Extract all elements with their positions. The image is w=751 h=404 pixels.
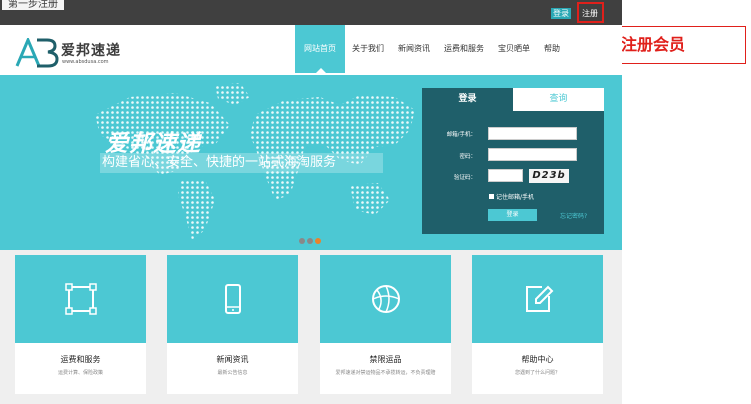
top-login-button[interactable]: 登录 xyxy=(551,8,571,19)
logo-mark-icon xyxy=(15,38,59,68)
carousel-dot[interactable] xyxy=(307,238,313,244)
login-tabs: 登录 查询 xyxy=(422,88,604,111)
faint-step-label: 第一步注册 xyxy=(2,0,64,10)
tab-query[interactable]: 查询 xyxy=(513,88,604,111)
card-desc: 运费计算、保险政策 xyxy=(57,370,103,376)
nav-item-shipping[interactable]: 运费和服务 xyxy=(437,25,491,73)
password-field[interactable] xyxy=(488,148,577,161)
card-desc: 您遇到了什么问题？ xyxy=(514,370,560,376)
tab-login[interactable]: 登录 xyxy=(422,88,513,111)
crop-frame-icon xyxy=(65,283,97,315)
carousel-indicators xyxy=(299,238,321,244)
feature-cards: 运费和服务 运费计算、保险政策 新闻资讯 最新公告信息 禁限运品 爱邦速递对禁运… xyxy=(0,250,622,404)
remember-label: 记住邮箱/手机 xyxy=(496,194,535,201)
captcha-field[interactable] xyxy=(488,169,523,182)
card-title: 新闻资讯 xyxy=(216,355,249,364)
page: 第一步注册 登录 注册 点此注册会员 爱邦速递 www.absdusa.com … xyxy=(0,0,751,404)
captcha-label: 验证码： xyxy=(453,175,476,181)
login-submit-button[interactable]: 登录 xyxy=(488,209,537,221)
card-tile xyxy=(320,255,451,343)
phone-icon xyxy=(225,284,241,314)
remember-checkbox[interactable]: 记住邮箱/手机 xyxy=(489,192,534,201)
card-help[interactable]: 帮助中心 您遇到了什么问题？ xyxy=(472,255,603,394)
banner-subtitle: 构建省心、安全、快捷的一站式海淘服务 xyxy=(100,153,383,173)
card-news[interactable]: 新闻资讯 最新公告信息 xyxy=(167,255,298,394)
card-desc: 爱邦速递对禁运物品不承揽转运，不负责理赔 xyxy=(335,370,436,376)
logo[interactable]: 爱邦速递 www.absdusa.com xyxy=(15,38,125,70)
card-title: 帮助中心 xyxy=(521,355,554,364)
carousel-dot[interactable] xyxy=(299,238,305,244)
password-label: 密码： xyxy=(459,154,476,160)
checkbox-icon xyxy=(489,194,494,199)
card-tile xyxy=(15,255,146,343)
top-bar: 第一步注册 登录 注册 xyxy=(0,0,622,25)
nav-item-news[interactable]: 新闻资讯 xyxy=(391,25,437,73)
nav-item-label: 网站首页 xyxy=(304,44,336,53)
nav-item-showcase[interactable]: 宝贝晒单 xyxy=(491,25,537,73)
active-caret-icon xyxy=(316,68,326,73)
card-tile xyxy=(167,255,298,343)
main-nav: 网站首页 关于我们 新闻资讯 运费和服务 宝贝晒单 帮助 xyxy=(295,25,567,73)
card-prohibited[interactable]: 禁限运品 爱邦速递对禁运物品不承揽转运，不负责理赔 xyxy=(320,255,451,394)
register-highlight-box xyxy=(577,2,604,23)
nav-item-home[interactable]: 网站首页 xyxy=(295,25,345,73)
nav-item-help[interactable]: 帮助 xyxy=(537,25,567,73)
card-title: 运费和服务 xyxy=(60,355,101,364)
email-label: 邮箱/手机： xyxy=(446,132,476,138)
forgot-password-link[interactable]: 忘记密码? xyxy=(560,211,587,220)
card-title: 禁限运品 xyxy=(369,355,402,364)
nav-item-about[interactable]: 关于我们 xyxy=(345,25,391,73)
captcha-image[interactable]: D23b xyxy=(529,169,569,183)
card-tile xyxy=(472,255,603,343)
card-desc: 最新公告信息 xyxy=(217,370,248,376)
card-shipping[interactable]: 运费和服务 运费计算、保险政策 xyxy=(15,255,146,394)
carousel-dot-active[interactable] xyxy=(315,238,321,244)
ball-icon xyxy=(372,285,400,313)
logo-url: www.absdusa.com xyxy=(62,59,109,65)
logo-name: 爱邦速递 xyxy=(61,43,121,59)
email-field[interactable] xyxy=(488,127,577,140)
edit-icon xyxy=(526,285,554,312)
